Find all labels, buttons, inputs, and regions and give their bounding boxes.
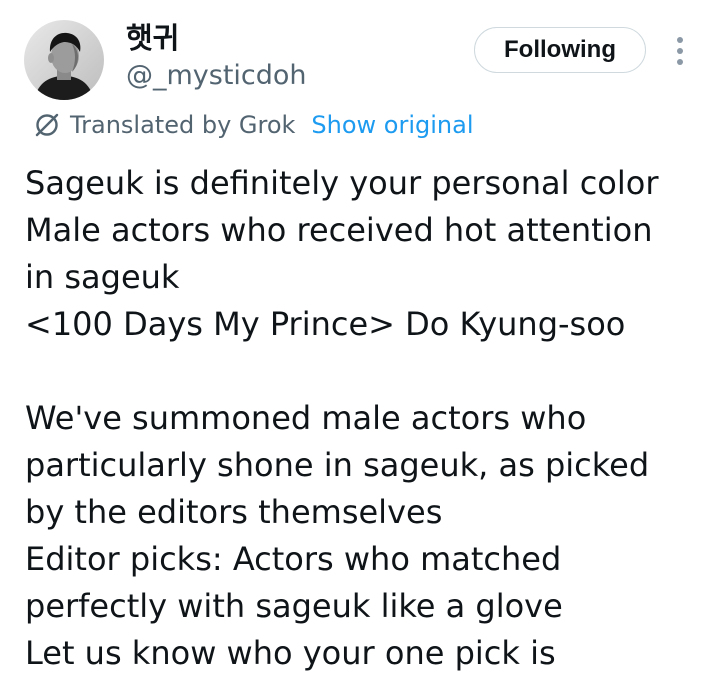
more-options-button[interactable] [666, 34, 694, 68]
tweet-line: Editor picks: Actors who matched [25, 540, 562, 578]
following-button[interactable]: Following [474, 27, 646, 73]
tweet-line: particularly shone in sageuk, as picked [25, 446, 650, 484]
tweet-line: Male actors who received hot attention [25, 211, 653, 249]
avatar-photo [24, 20, 104, 100]
grok-icon [34, 112, 60, 138]
show-original-link[interactable]: Show original [311, 111, 473, 139]
tweet-line: Sageuk is definitely your personal color [25, 164, 659, 202]
translation-notice: Translated by Grok Show original [34, 108, 474, 142]
tweet-line: by the editors themselves [25, 493, 443, 531]
tweet-line: in sageuk [25, 258, 180, 296]
tweet-line: perfectly with sageuk like a glove [25, 587, 563, 625]
tweet-line: <100 Days My Prince> Do Kyung-soo [25, 305, 626, 343]
tweet-line: Let us know who your one pick is [25, 634, 556, 672]
avatar[interactable] [24, 20, 104, 100]
tweet-line: We've summoned male actors who [25, 399, 587, 437]
user-handle[interactable]: @_mysticdoh [126, 58, 307, 94]
translated-by-label: Translated by Grok [70, 111, 296, 139]
tweet-text: Sageuk is definitely your personal color… [25, 160, 715, 677]
display-name[interactable]: 햇귀 [126, 20, 179, 56]
more-vertical-icon [677, 37, 683, 65]
